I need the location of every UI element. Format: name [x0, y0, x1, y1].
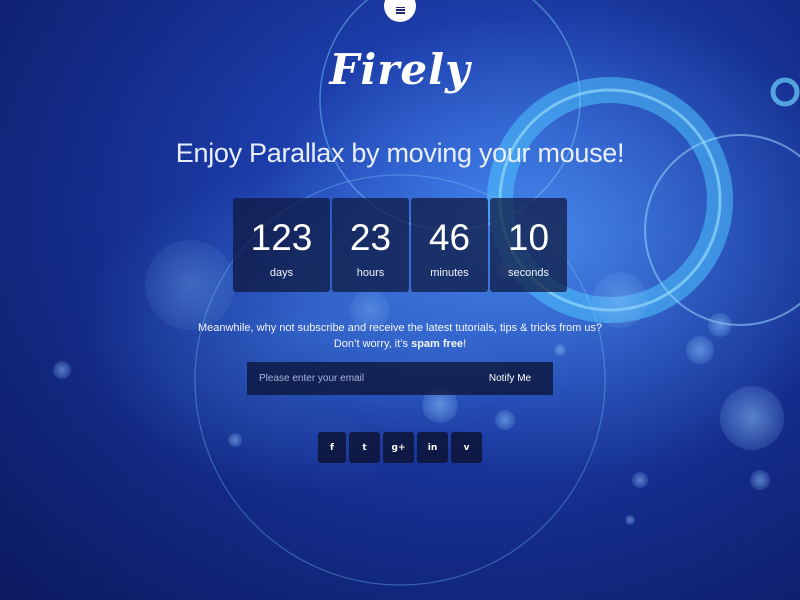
countdown-value: 10: [507, 217, 550, 258]
spam-free-text: spam free: [411, 338, 464, 350]
countdown-seconds: 10 seconds: [490, 198, 567, 292]
logo: Firely: [329, 45, 471, 94]
countdown-label: minutes: [430, 267, 469, 279]
countdown-label: seconds: [508, 267, 549, 279]
subscribe-line-2-suffix: !: [463, 338, 467, 350]
twitter-icon[interactable]: t: [349, 432, 380, 463]
subscribe-line-2-prefix: Don’t worry, it’s: [333, 338, 412, 350]
email-input[interactable]: [247, 362, 467, 395]
countdown-days: 123 days: [233, 198, 330, 292]
google-plus-icon[interactable]: g+: [383, 432, 414, 463]
countdown-minutes: 46 minutes: [411, 198, 488, 292]
tagline: Enjoy Parallax by moving your mouse!: [175, 138, 625, 168]
countdown-label: hours: [356, 267, 385, 279]
notify-me-button[interactable]: Notify Me: [467, 362, 553, 395]
countdown-label: days: [269, 267, 294, 279]
hamburger-menu-icon: [395, 6, 405, 14]
countdown-timer: 123 days 23 hours 46 minutes 10 seconds: [233, 198, 567, 292]
countdown-hours: 23 hours: [332, 198, 409, 292]
countdown-value: 23: [349, 217, 392, 258]
subscribe-line-2: Don’t worry, it’s spam free!: [0, 336, 800, 352]
facebook-icon[interactable]: f: [318, 432, 346, 463]
subscribe-line-1: Meanwhile, why not subscribe and receive…: [197, 322, 603, 334]
linkedin-icon[interactable]: in: [417, 432, 448, 463]
social-links: f t g+ in v: [318, 432, 482, 463]
countdown-value: 123: [250, 217, 313, 258]
vimeo-icon[interactable]: v: [451, 432, 482, 463]
subscribe-text: Meanwhile, why not subscribe and receive…: [0, 320, 800, 352]
subscribe-form: Notify Me: [247, 362, 553, 395]
countdown-value: 46: [428, 217, 471, 258]
